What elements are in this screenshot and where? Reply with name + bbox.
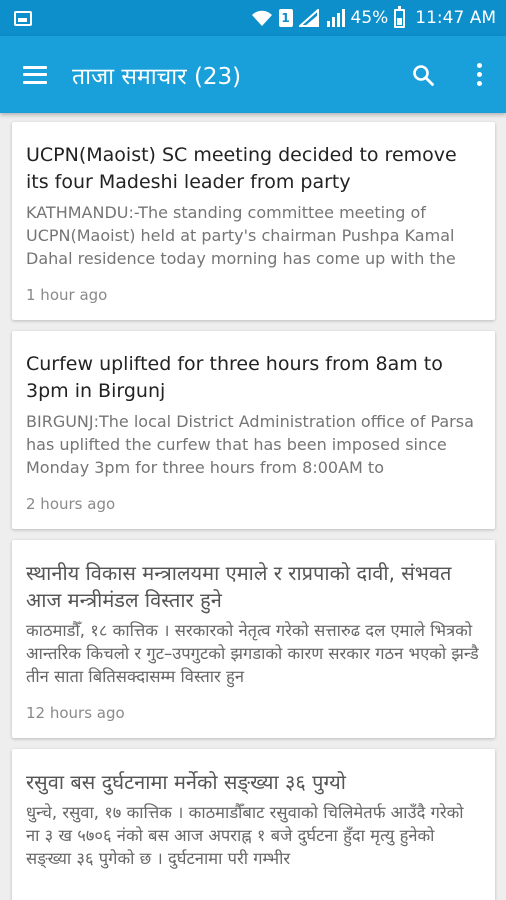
news-card[interactable]: UCPN(Maoist) SC meeting decided to remov… <box>12 122 495 320</box>
overflow-menu-button[interactable] <box>452 36 506 113</box>
status-time: 11:47 AM <box>415 8 496 28</box>
news-excerpt: धुन्चे, रसुवा, १७ कात्तिक । काठमाडौँबाट … <box>26 803 464 868</box>
page-title: ताजा समाचार (23) <box>72 63 242 90</box>
signal-icon <box>298 9 319 27</box>
news-excerpt: KATHMANDU:-The standing committee meetin… <box>26 203 456 268</box>
status-bar-left <box>14 10 251 26</box>
news-title: स्थानीय विकास मन्त्रालयमा एमाले र राप्रप… <box>26 561 452 612</box>
hamburger-icon <box>23 65 47 84</box>
search-button[interactable] <box>394 36 452 113</box>
more-vert-icon <box>476 63 482 86</box>
news-title: रसुवा बस दुर्घटनामा मर्नेको सङ्ख्या ३६ प… <box>26 770 346 794</box>
status-bar-right: 1 45% 11:47 AM <box>251 5 496 28</box>
news-excerpt: BIRGUNJ:The local District Administratio… <box>26 412 474 477</box>
news-feed[interactable]: UCPN(Maoist) SC meeting decided to remov… <box>12 122 495 900</box>
menu-button[interactable] <box>0 36 70 113</box>
battery-percent: 45% <box>350 8 389 28</box>
news-card[interactable]: Curfew uplifted for three hours from 8am… <box>12 331 495 529</box>
search-icon <box>413 64 434 86</box>
wifi-icon <box>251 10 272 26</box>
status-bar: 1 45% 11:47 AM <box>0 0 506 36</box>
news-title: UCPN(Maoist) SC meeting decided to remov… <box>26 144 457 193</box>
app-bar: ताजा समाचार (23) <box>0 36 506 113</box>
news-card[interactable]: रसुवा बस दुर्घटनामा मर्नेको सङ्ख्या ३६ प… <box>12 749 495 900</box>
news-timestamp: 1 hour ago <box>26 286 108 304</box>
signal-icon-2 <box>326 9 345 27</box>
news-timestamp: 12 hours ago <box>26 704 125 722</box>
news-title: Curfew uplifted for three hours from 8am… <box>26 353 443 402</box>
battery-icon <box>394 5 406 28</box>
gallery-notification-icon <box>14 10 32 26</box>
news-timestamp: 2 hours ago <box>26 495 116 513</box>
sim-icon: 1 <box>278 9 293 27</box>
news-excerpt: काठमाडौँ, १८ कात्तिक । सरकारको नेतृत्व ग… <box>26 621 479 686</box>
news-card[interactable]: स्थानीय विकास मन्त्रालयमा एमाले र राप्रप… <box>12 540 495 738</box>
